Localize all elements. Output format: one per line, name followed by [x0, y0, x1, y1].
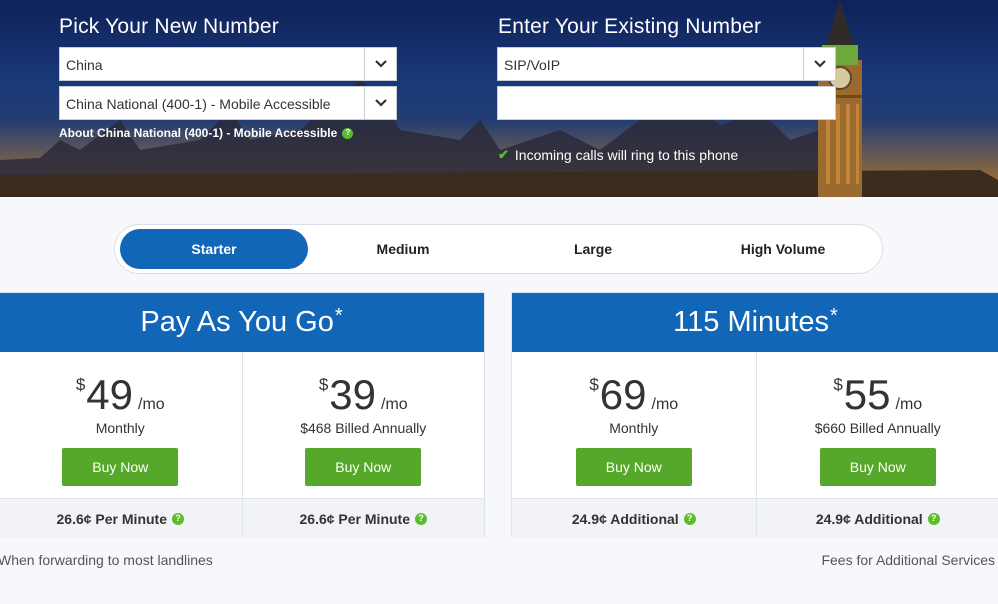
per-minute-rate: 26.6¢ Per Minute ?: [0, 499, 242, 538]
billing-term: Monthly: [609, 420, 659, 436]
help-icon[interactable]: ?: [683, 512, 696, 525]
plan-title-text: 115 Minutes: [673, 306, 830, 338]
tab-large[interactable]: Large: [499, 229, 687, 269]
ring-confirmation: ✔ Incoming calls will ring to this phone: [498, 147, 738, 163]
help-icon[interactable]: ?: [172, 512, 184, 525]
forward-type-select-value: SIP/VoIP: [504, 57, 561, 73]
price: $ 55 /mo: [757, 374, 998, 416]
enter-existing-number-title: Enter Your Existing Number: [498, 15, 762, 38]
price: $ 49 /mo: [0, 374, 242, 416]
help-icon[interactable]: ?: [415, 512, 427, 525]
plan-card-pay-as-you-go: Pay As You Go * $ 49 /mo Monthly Buy Now …: [0, 292, 485, 538]
plan-rates: 26.6¢ Per Minute ? 26.6¢ Per Minute ?: [0, 498, 484, 538]
price: $ 39 /mo: [243, 374, 485, 416]
per-minute-rate: 26.6¢ Per Minute ?: [241, 499, 485, 538]
plan-pricing: $ 49 /mo Monthly Buy Now $ 39 /mo $468 B…: [0, 352, 484, 498]
number-type-select-value: China National (400-1) - Mobile Accessib…: [66, 96, 331, 112]
billing-term: $660 Billed Annually: [814, 420, 941, 436]
price-currency: $: [589, 375, 599, 394]
number-type-select[interactable]: China National (400-1) - Mobile Accessib…: [59, 86, 397, 120]
monthly-option: $ 49 /mo Monthly Buy Now: [0, 352, 242, 498]
plan-pricing: $ 69 /mo Monthly Buy Now $ 55 /mo $660 B…: [512, 352, 998, 498]
forward-type-select[interactable]: SIP/VoIP: [497, 47, 836, 81]
price: $ 69 /mo: [512, 374, 756, 416]
asterisk: *: [830, 305, 838, 327]
price-amount: 49: [86, 371, 133, 418]
existing-number-input[interactable]: [497, 86, 836, 120]
help-icon[interactable]: ?: [927, 512, 940, 525]
forwarding-note: When forwarding to most landlines: [0, 552, 213, 568]
price-period: /mo: [651, 396, 679, 413]
plan-title: Pay As You Go *: [0, 293, 484, 352]
asterisk: *: [334, 305, 343, 327]
billing-term: Monthly: [95, 420, 145, 436]
tab-medium[interactable]: Medium: [309, 229, 497, 269]
additional-rate: 24.9¢ Additional ?: [755, 499, 998, 538]
rate-text: 26.6¢ Per Minute: [56, 510, 168, 527]
hero-banner: Pick Your New Number China China Nationa…: [0, 0, 998, 197]
annual-option: $ 39 /mo $468 Billed Annually Buy Now: [241, 352, 485, 498]
plan-size-tabs: Starter Medium Large High Volume: [114, 224, 883, 274]
plan-card-115-minutes: 115 Minutes * $ 69 /mo Monthly Buy Now $ …: [511, 292, 998, 538]
annual-option: $ 55 /mo $660 Billed Annually Buy Now: [755, 352, 998, 498]
additional-rate: 24.9¢ Additional ?: [512, 499, 756, 538]
price-period: /mo: [381, 396, 408, 413]
checkmark-icon: ✔: [498, 147, 509, 162]
help-icon[interactable]: ?: [342, 127, 354, 139]
rate-text: 24.9¢ Additional: [571, 510, 679, 527]
price-currency: $: [75, 375, 86, 394]
pick-new-number-title: Pick Your New Number: [59, 15, 279, 38]
tab-starter[interactable]: Starter: [120, 229, 308, 269]
tab-high-volume[interactable]: High Volume: [689, 229, 877, 269]
price-period: /mo: [138, 396, 165, 413]
billing-term: $468 Billed Annually: [300, 420, 427, 436]
chevron-down-icon[interactable]: [364, 48, 396, 80]
chevron-down-icon[interactable]: [364, 87, 396, 119]
plan-title: 115 Minutes *: [512, 293, 998, 352]
price-amount: 39: [329, 371, 376, 418]
buy-now-button[interactable]: Buy Now: [819, 448, 936, 486]
price-currency: $: [318, 375, 329, 394]
buy-now-button[interactable]: Buy Now: [62, 448, 179, 486]
ring-confirmation-text: Incoming calls will ring to this phone: [514, 147, 739, 163]
buy-now-button[interactable]: Buy Now: [305, 448, 422, 486]
price-amount: 55: [843, 371, 891, 418]
price-amount: 69: [599, 371, 647, 418]
price-period: /mo: [895, 396, 923, 413]
country-select[interactable]: China: [59, 47, 397, 81]
country-select-value: China: [66, 57, 103, 73]
about-number-type-link[interactable]: About China National (400-1) - Mobile Ac…: [59, 126, 354, 140]
price-currency: $: [833, 375, 843, 394]
additional-fees-link[interactable]: Fees for Additional Services: [821, 552, 995, 568]
about-number-type-label: About China National (400-1) - Mobile Ac…: [59, 126, 338, 140]
rate-text: 24.9¢ Additional: [815, 510, 923, 527]
plan-title-text: Pay As You Go: [140, 306, 334, 338]
monthly-option: $ 69 /mo Monthly Buy Now: [512, 352, 756, 498]
buy-now-button[interactable]: Buy Now: [575, 448, 692, 486]
plan-rates: 24.9¢ Additional ? 24.9¢ Additional ?: [512, 498, 998, 538]
chevron-down-icon[interactable]: [803, 48, 835, 80]
rate-text: 26.6¢ Per Minute: [299, 510, 411, 527]
